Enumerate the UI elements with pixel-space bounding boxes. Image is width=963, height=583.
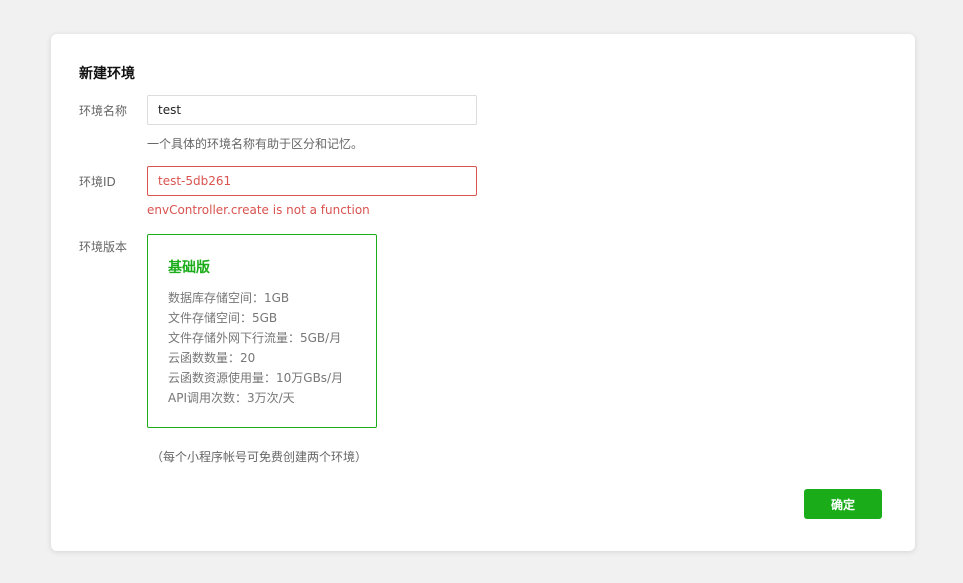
plan-feature-api-calls: API调用次数：3万次/天 [168, 391, 295, 405]
dialog-title: 新建环境 [79, 66, 135, 82]
env-name-hint: 一个具体的环境名称有助于区分和记忆。 [147, 137, 364, 151]
env-id-input[interactable] [147, 166, 477, 196]
plan-feature-database-storage: 数据库存储空间：1GB [168, 291, 290, 305]
confirm-button[interactable]: 确定 [804, 489, 882, 519]
plan-feature-outbound-traffic: 文件存储外网下行流量：5GB/月 [168, 331, 342, 345]
free-environment-note: （每个小程序帐号可免费创建两个环境） [151, 450, 368, 464]
env-name-input[interactable] [147, 95, 477, 125]
env-name-label: 环境名称 [79, 104, 128, 118]
plan-feature-function-usage: 云函数资源使用量：10万GBs/月 [168, 371, 344, 385]
create-environment-dialog: 新建环境 环境名称 一个具体的环境名称有助于区分和记忆。 环境ID envCon… [51, 34, 915, 551]
plan-name: 基础版 [168, 260, 210, 276]
plan-feature-file-storage: 文件存储空间：5GB [168, 311, 278, 325]
env-version-label: 环境版本 [79, 240, 128, 254]
env-id-label: 环境ID [79, 175, 116, 189]
plan-feature-function-count: 云函数数量：20 [168, 351, 256, 365]
plan-card-basic[interactable]: 基础版 数据库存储空间：1GB 文件存储空间：5GB 文件存储外网下行流量：5G… [147, 234, 377, 428]
env-id-error-message: envController.create is not a function [147, 203, 370, 217]
